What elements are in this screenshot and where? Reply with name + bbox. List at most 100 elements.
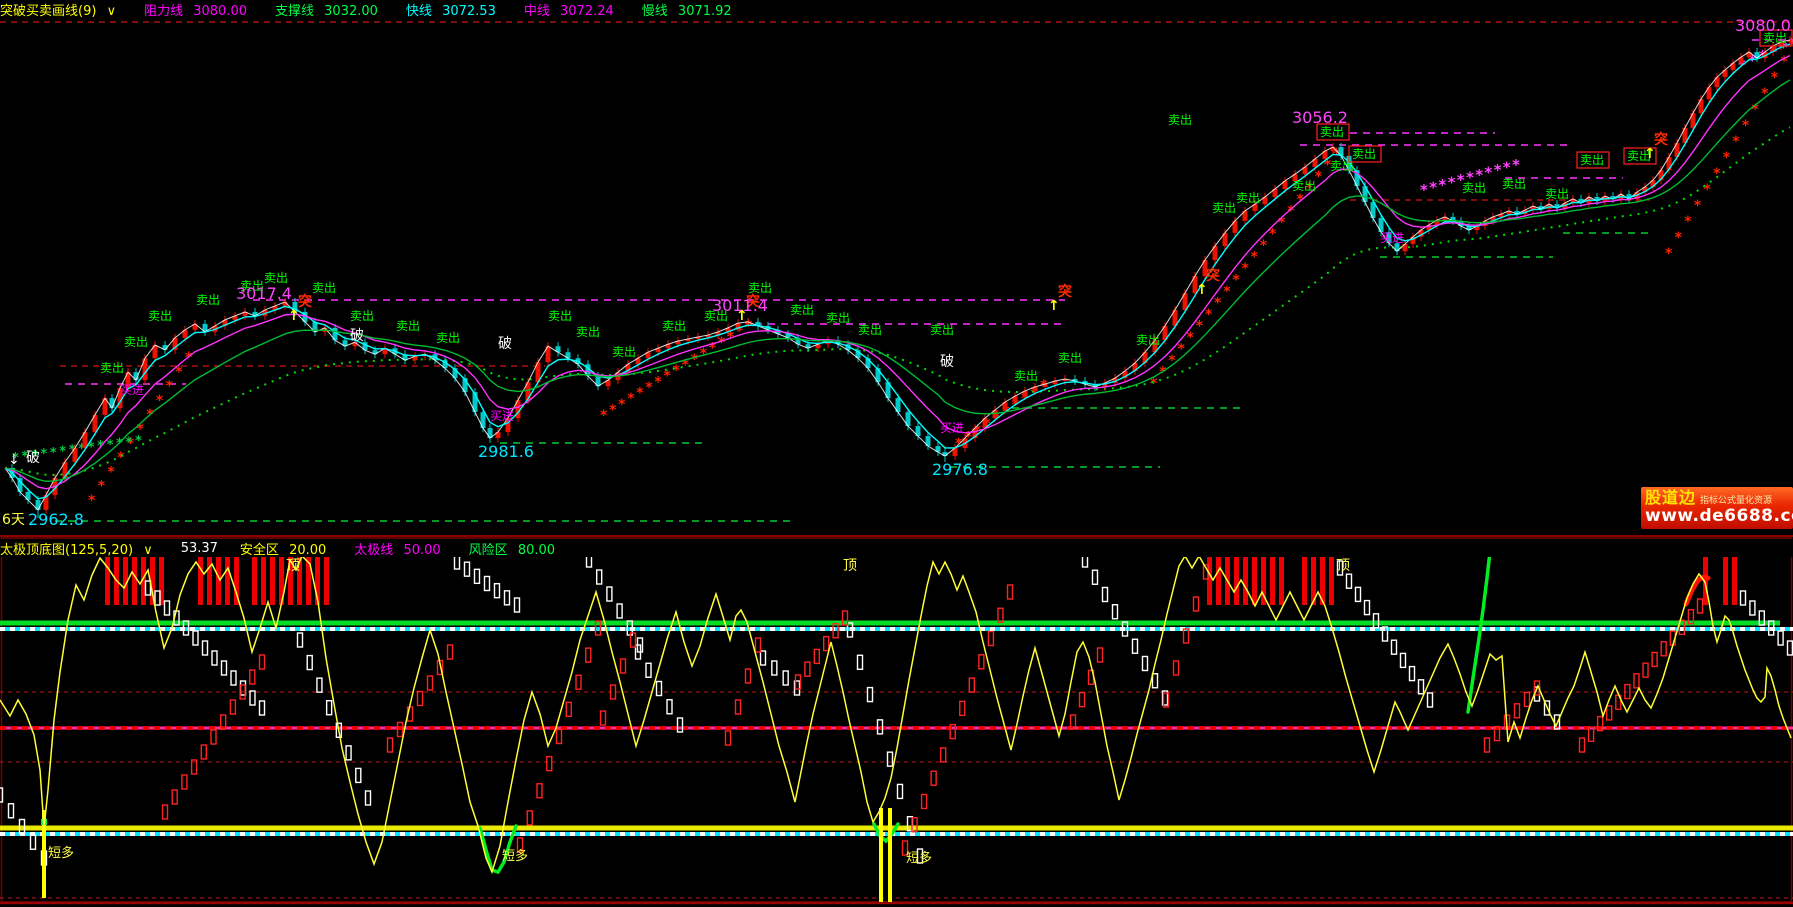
- white-step-ladder: [1750, 601, 1755, 615]
- red-asterisk-trail: *: [1232, 273, 1240, 289]
- red-step-ladder: [1607, 706, 1612, 720]
- red-asterisk-trail: *: [1694, 198, 1702, 214]
- red-step-ladder: [1580, 738, 1585, 752]
- main-indicator-dropdown[interactable]: 突破买卖画线(9) ∨: [0, 0, 122, 19]
- param-slow-label: 慢线: [642, 4, 668, 19]
- red-step-ladder: [527, 811, 532, 825]
- param-resistance-label: 阻力线: [144, 4, 183, 19]
- red-step-ladder: [746, 669, 751, 683]
- breakout-up-arrow-icon: ↑: [288, 308, 300, 324]
- top-zone-label: 顶: [1336, 558, 1350, 574]
- sell-signal-label: 卖出: [748, 281, 772, 295]
- red-step-ladder: [756, 638, 761, 652]
- buy-signal-label: 买进: [940, 421, 964, 435]
- breakout-label: 突: [1654, 131, 1668, 148]
- green-asterisk-trail: *: [135, 434, 142, 449]
- top-zone-bar: [198, 557, 203, 605]
- red-step-ladder: [1008, 585, 1013, 599]
- breakout-label: 突: [1058, 283, 1072, 300]
- red-step-ladder: [576, 675, 581, 689]
- red-asterisk-trail: *: [1723, 150, 1731, 166]
- red-step-ladder: [586, 648, 591, 662]
- red-asterisk-trail: *: [1675, 230, 1683, 246]
- sell-signal-label: 卖出: [396, 319, 420, 333]
- red-step-ladder: [388, 738, 393, 752]
- red-step-ladder: [1080, 693, 1085, 707]
- red-asterisk-trail: *: [1713, 166, 1721, 182]
- sell-signal-label: 卖出: [312, 281, 336, 295]
- main-indicator-header: 突破买卖画线(9) ∨ 阻力线 3080.00 支撑线 3032.00 快线 3…: [0, 0, 1793, 18]
- red-asterisk-trail: *: [1732, 134, 1740, 150]
- sub-indicator-dropdown[interactable]: 太极顶底图(125,5,20) ∨: [0, 539, 159, 558]
- red-asterisk-trail: *: [618, 397, 626, 413]
- red-step-ladder: [260, 655, 265, 669]
- white-step-ladder: [231, 671, 236, 685]
- param-taiji-value: 50.00: [403, 543, 440, 558]
- swing-low-price-label: 2981.6: [478, 442, 534, 461]
- chevron-down-icon: ∨: [107, 4, 117, 19]
- short-long-label: 短多: [48, 845, 74, 861]
- white-step-ladder: [898, 784, 903, 798]
- top-zone-bar: [1329, 557, 1334, 605]
- param-fast-label: 快线: [406, 4, 432, 19]
- sell-signal-label: 卖出: [1212, 201, 1236, 215]
- red-step-ladder: [1485, 738, 1490, 752]
- swing-low-price-label: 2976.8: [932, 460, 988, 479]
- white-step-ladder: [250, 691, 255, 705]
- green-asterisk-trail: *: [50, 446, 57, 461]
- magenta-asterisk-trail: *: [1484, 164, 1492, 182]
- main-price-chart-canvas[interactable]: ****************************************…: [0, 0, 1793, 537]
- red-asterisk-trail: *: [645, 380, 653, 396]
- red-asterisk-trail: *: [88, 493, 96, 509]
- red-step-ladder: [211, 730, 216, 744]
- red-step-ladder: [1661, 642, 1666, 656]
- red-asterisk-trail: *: [98, 479, 106, 495]
- breakdown-label: 破: [26, 450, 40, 466]
- white-step-ladder: [1365, 601, 1370, 615]
- sell-signal-label-boxed: 卖出: [1352, 147, 1376, 161]
- white-step-ladder: [772, 661, 777, 675]
- top-zone-bar: [270, 557, 275, 605]
- red-step-ladder: [805, 662, 810, 676]
- sell-signal-label: 卖出: [196, 293, 220, 307]
- magenta-asterisk-trail: *: [1420, 181, 1428, 199]
- white-step-ladder: [597, 570, 602, 584]
- red-step-ladder: [1525, 692, 1530, 706]
- red-step-ladder: [1098, 648, 1103, 662]
- magenta-asterisk-trail: *: [1429, 179, 1437, 197]
- breakout-up-arrow-icon: ↑: [1196, 282, 1208, 298]
- sell-signal-label: 卖出: [350, 309, 374, 323]
- param-slow-value: 3071.92: [678, 4, 732, 19]
- sell-signal-label: 卖出: [1462, 181, 1486, 195]
- white-step-ladder: [1778, 631, 1783, 645]
- white-step-ladder: [366, 791, 371, 805]
- day-count-tag: 6天: [2, 512, 25, 528]
- red-step-ladder: [428, 676, 433, 690]
- white-step-ladder: [607, 587, 612, 601]
- white-step-ladder: [667, 700, 672, 714]
- red-asterisk-trail: *: [673, 363, 681, 379]
- red-step-ladder: [1698, 599, 1703, 613]
- sell-signal-label: 卖出: [1014, 369, 1038, 383]
- red-step-ladder: [566, 702, 571, 716]
- green-asterisk-trail: *: [126, 435, 133, 450]
- sub-indicator-value: 53.37: [181, 541, 218, 556]
- white-step-ladder: [1741, 591, 1746, 605]
- sell-signal-label: 卖出: [790, 303, 814, 317]
- red-asterisk-trail: *: [609, 402, 617, 418]
- top-zone-label: 顶: [843, 558, 857, 574]
- red-step-ladder: [163, 805, 168, 819]
- red-asterisk-trail: *: [1214, 296, 1222, 312]
- red-step-ladder: [1634, 674, 1639, 688]
- param-safe-value: 20.00: [289, 543, 326, 558]
- red-step-ladder: [230, 700, 235, 714]
- oscillator-panel-canvas[interactable]: 顶顶顶短多短多短多: [0, 537, 1793, 907]
- red-step-ladder: [998, 608, 1003, 622]
- sell-signal-label: 卖出: [100, 361, 124, 375]
- white-step-ladder: [298, 633, 303, 647]
- red-asterisk-trail: *: [1665, 246, 1673, 262]
- sell-signal-label-boxed: 卖出: [1320, 125, 1344, 139]
- red-step-ladder: [1174, 661, 1179, 675]
- red-step-ladder: [1194, 597, 1199, 611]
- top-zone-bar: [1279, 557, 1284, 605]
